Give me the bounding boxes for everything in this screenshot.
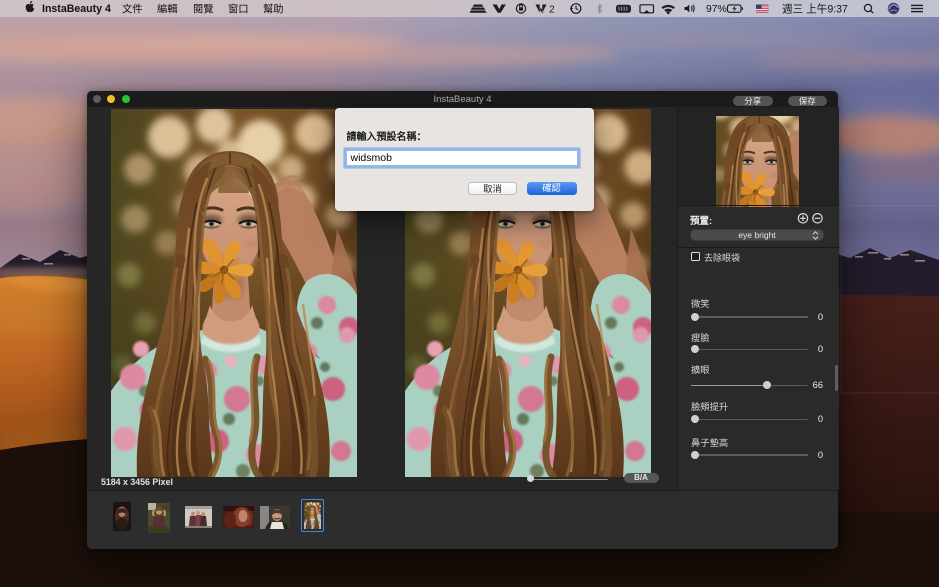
svg-text:窗口: 窗口	[228, 2, 249, 15]
svg-text:2: 2	[549, 4, 555, 15]
svg-text:97%: 97%	[706, 4, 727, 15]
svg-text:編輯: 編輯	[157, 2, 178, 15]
svg-text:文件: 文件	[122, 2, 143, 15]
svg-text:閱覽: 閱覽	[193, 2, 214, 15]
svg-text:InstaBeauty 4: InstaBeauty 4	[42, 3, 111, 15]
svg-text:週三 上午9:37: 週三 上午9:37	[782, 2, 848, 15]
svg-text:幫助: 幫助	[263, 2, 284, 15]
